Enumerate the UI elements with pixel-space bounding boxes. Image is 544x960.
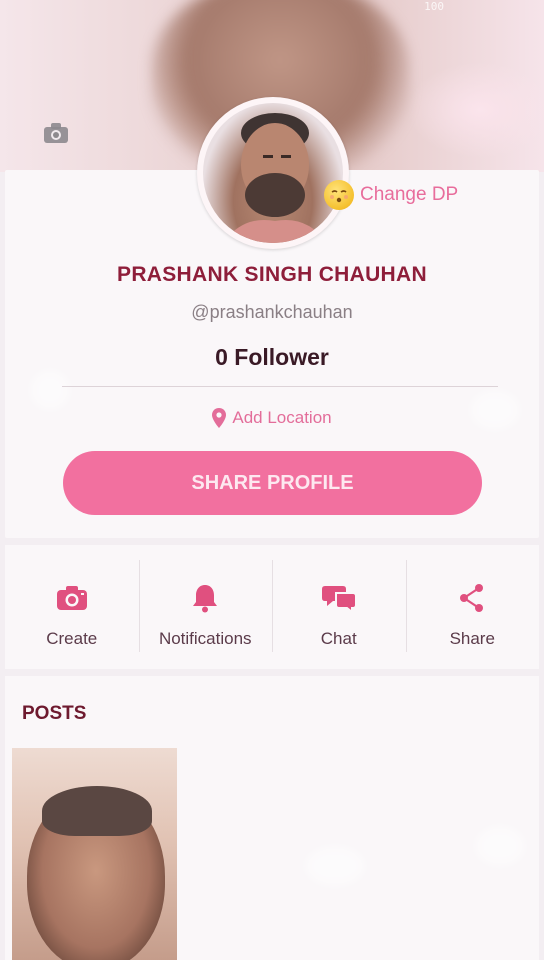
posts-section: POSTS xyxy=(5,676,539,960)
add-location-link[interactable]: Add Location xyxy=(0,408,544,428)
action-bar: Create Notifications Chat Share xyxy=(5,545,539,669)
kissing-emoji-icon xyxy=(324,180,354,210)
action-label-share: Share xyxy=(449,629,495,648)
profile-handle: @prashankchauhan xyxy=(191,302,353,322)
share-profile-button[interactable]: SHARE PROFILE xyxy=(63,451,482,515)
profile-avatar[interactable] xyxy=(197,97,349,249)
change-dp-label: Change DP xyxy=(360,184,459,205)
post-photo-hair xyxy=(42,786,152,836)
posts-title: POSTS xyxy=(22,703,87,724)
action-label-create: Create xyxy=(46,629,98,648)
action-label-chat: Chat xyxy=(320,629,357,648)
add-location-label: Add Location xyxy=(232,408,332,427)
profile-name: PRASHANK SINGH CHAUHAN xyxy=(117,263,427,286)
change-dp-button[interactable]: Change DP xyxy=(324,180,458,210)
bell-icon xyxy=(188,581,222,615)
action-notifications[interactable]: Notifications xyxy=(138,545,273,669)
decorative-heart xyxy=(475,826,525,866)
action-create[interactable]: Create xyxy=(5,545,139,669)
avatar-photo xyxy=(203,103,343,243)
chat-bubbles-icon xyxy=(321,581,356,615)
action-share[interactable]: Share xyxy=(405,545,540,669)
cover-camera-icon[interactable] xyxy=(42,122,70,144)
cover-status-text: 100 xyxy=(424,0,444,13)
divider xyxy=(62,386,498,387)
action-label-notifications: Notifications xyxy=(158,629,252,648)
location-pin-icon xyxy=(212,408,227,428)
decorative-heart xyxy=(305,846,365,886)
decorative-heart xyxy=(30,370,70,410)
follower-count[interactable]: 0 Follower xyxy=(0,344,544,371)
camera-icon xyxy=(55,581,89,615)
post-thumbnail[interactable] xyxy=(12,748,177,960)
share-icon xyxy=(455,581,489,615)
action-chat[interactable]: Chat xyxy=(272,545,406,669)
